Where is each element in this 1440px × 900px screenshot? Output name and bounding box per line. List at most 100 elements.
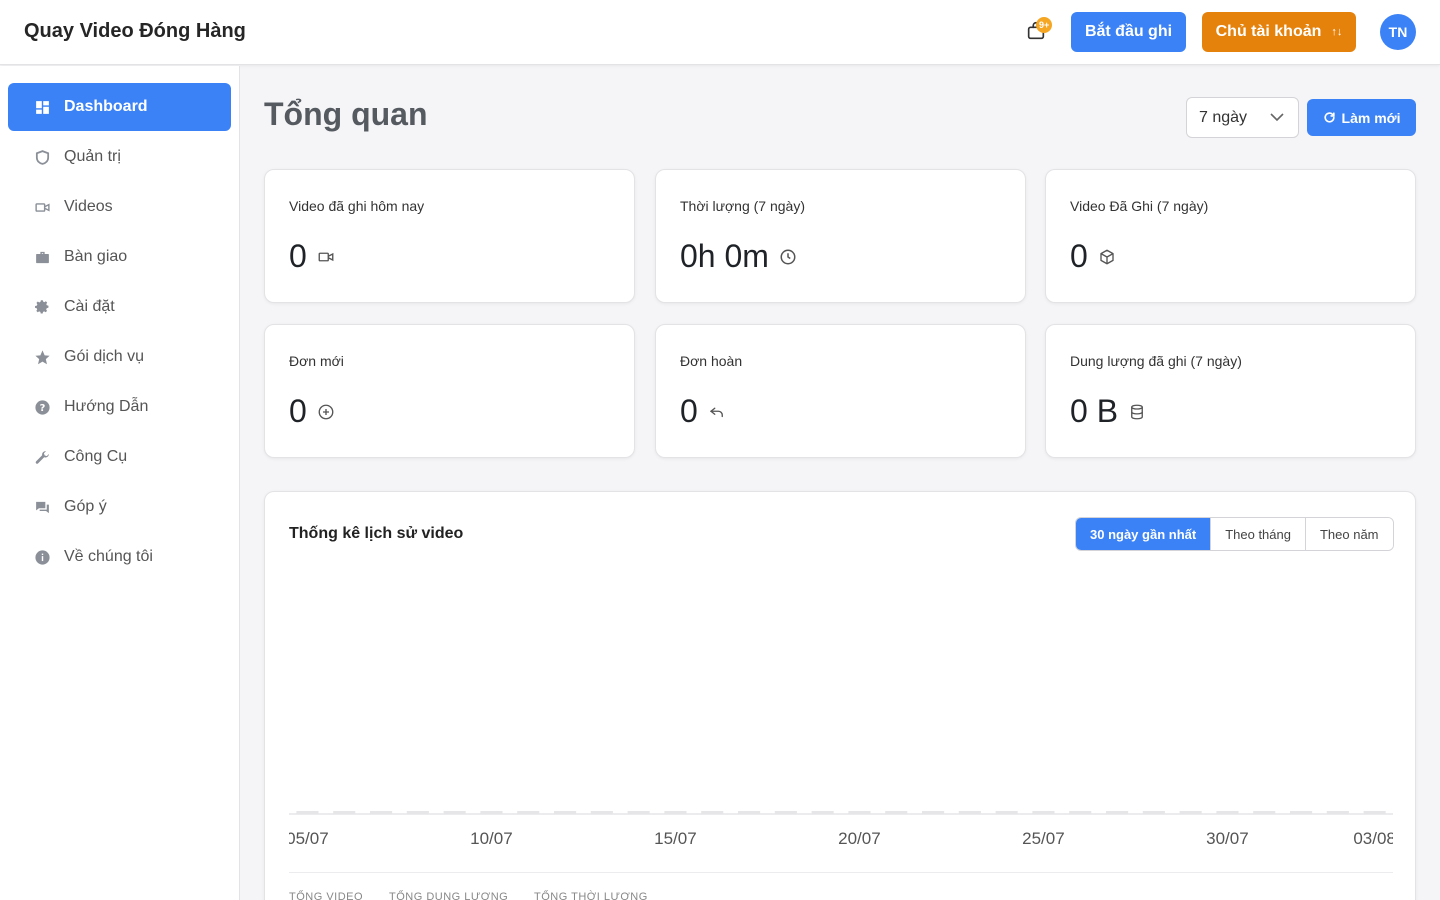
video-history-panel: Thống kê lịch sử video 30 ngày gần nhất … bbox=[264, 491, 1416, 900]
refresh-button[interactable]: Làm mới bbox=[1307, 99, 1416, 136]
summary-row: TỔNG VIDEO TỔNG DUNG LƯỢNG TỔNG THỜI LƯỢ… bbox=[289, 872, 1393, 900]
sidebar-item-dashboard[interactable]: Dashboard bbox=[8, 83, 231, 131]
help-icon: ? bbox=[33, 398, 51, 416]
video-history-chart: 05/07 10/07 15/07 20/07 25/07 30/07 03/08 bbox=[289, 811, 1393, 848]
sidebar-item-label: Hướng Dẫn bbox=[64, 398, 149, 415]
x-tick-label: 10/07 bbox=[470, 829, 513, 848]
chart-bar bbox=[370, 811, 393, 814]
chart-bar bbox=[1363, 811, 1386, 814]
sidebar-item-plans[interactable]: Gói dịch vụ bbox=[8, 333, 231, 381]
chart-bar bbox=[995, 811, 1018, 814]
page-title: Tổng quan bbox=[264, 96, 428, 132]
stat-card-returned-orders: Đơn hoàn 0 bbox=[655, 324, 1026, 458]
chart-bar bbox=[1290, 811, 1313, 814]
sidebar-item-guide[interactable]: ? Hướng Dẫn bbox=[8, 383, 231, 431]
stat-card-new-orders: Đơn mới 0 bbox=[264, 324, 635, 458]
refresh-label: Làm mới bbox=[1341, 109, 1401, 126]
plus-circle-icon bbox=[318, 404, 334, 419]
stat-card-videos-week: Video Đã Ghi (7 ngày) 0 bbox=[1045, 169, 1416, 303]
user-avatar[interactable]: TN bbox=[1380, 14, 1416, 50]
summary-total-storage: TỔNG DUNG LƯỢNG bbox=[389, 891, 509, 900]
chart-bar bbox=[958, 811, 981, 814]
sidebar-item-handover[interactable]: Bàn giao bbox=[8, 233, 231, 281]
panel-title: Thống kê lịch sử video bbox=[289, 525, 464, 542]
summary-total-videos: TỔNG VIDEO bbox=[289, 891, 364, 900]
sidebar-item-label: Về chúng tôi bbox=[64, 548, 153, 565]
chart-bar bbox=[1253, 811, 1276, 814]
chart-bar bbox=[1179, 811, 1202, 814]
card-value: 0 bbox=[1070, 238, 1088, 274]
sidebar: Dashboard Quản trị Videos Bàn giao Cài đ… bbox=[0, 66, 240, 900]
tab-last-30-days[interactable]: 30 ngày gần nhất bbox=[1076, 518, 1211, 550]
chart-bar bbox=[1106, 811, 1129, 814]
sidebar-item-label: Cài đặt bbox=[64, 298, 115, 315]
card-label: Video Đã Ghi (7 ngày) bbox=[1070, 198, 1209, 214]
card-label: Dung lượng đã ghi (7 ngày) bbox=[1070, 353, 1242, 369]
chevron-down-icon bbox=[1270, 113, 1284, 122]
sidebar-item-label: Công Cụ bbox=[64, 448, 128, 465]
x-tick-label: 20/07 bbox=[838, 829, 881, 848]
card-value-wrap: 0 bbox=[680, 393, 726, 430]
feedback-icon bbox=[33, 498, 51, 516]
swap-icon: ↑↓ bbox=[1331, 26, 1343, 38]
chart-bar bbox=[922, 811, 945, 814]
stat-card-duration: Thời lượng (7 ngày) 0h 0m bbox=[655, 169, 1026, 303]
sidebar-item-label: Dashboard bbox=[64, 98, 148, 115]
date-range-value: 7 ngày bbox=[1199, 108, 1248, 126]
card-label: Đơn hoàn bbox=[680, 353, 743, 369]
tab-by-year[interactable]: Theo năm bbox=[1304, 518, 1393, 550]
card-value: 0 bbox=[289, 238, 307, 274]
gear-icon bbox=[33, 298, 51, 316]
chart-bar bbox=[1216, 811, 1239, 814]
start-record-button[interactable]: Bắt đầu ghi bbox=[1071, 12, 1186, 52]
notification-badge: 9+ bbox=[1036, 17, 1053, 33]
card-value-wrap: 0 B bbox=[1070, 393, 1146, 430]
sidebar-item-feedback[interactable]: Góp ý bbox=[8, 483, 231, 531]
chart-bar bbox=[627, 811, 650, 814]
chart-bar bbox=[296, 811, 319, 814]
tab-by-month[interactable]: Theo tháng bbox=[1210, 518, 1305, 550]
x-tick-label: 05/07 bbox=[289, 829, 329, 848]
chart-bar bbox=[738, 811, 761, 814]
star-icon bbox=[33, 348, 51, 366]
wrench-icon bbox=[33, 448, 51, 466]
card-value: 0h 0m bbox=[680, 238, 769, 274]
clock-icon bbox=[780, 249, 796, 264]
x-tick-label: 25/07 bbox=[1022, 829, 1065, 848]
account-owner-button[interactable]: Chủ tài khoản ↑↓ bbox=[1202, 12, 1356, 52]
app-title: Quay Video Đóng Hàng bbox=[24, 20, 246, 42]
sidebar-item-videos[interactable]: Videos bbox=[8, 183, 231, 231]
sidebar-item-admin[interactable]: Quản trị bbox=[8, 133, 231, 181]
return-arrow-icon bbox=[709, 407, 723, 417]
card-label: Thời lượng (7 ngày) bbox=[680, 198, 806, 214]
shield-icon bbox=[33, 148, 51, 166]
card-value: 0 bbox=[289, 393, 307, 429]
top-header: Quay Video Đóng Hàng 9+ Bắt đầu ghi Chủ … bbox=[0, 0, 1440, 65]
chart-bar bbox=[517, 811, 540, 814]
chart-bar bbox=[590, 811, 613, 814]
chart-bar bbox=[1142, 811, 1165, 814]
sidebar-item-about[interactable]: Về chúng tôi bbox=[8, 533, 231, 581]
chart-bar bbox=[1032, 811, 1055, 814]
summary-total-duration: TỔNG THỜI LƯỢNG bbox=[534, 891, 648, 900]
stat-card-storage: Dung lượng đã ghi (7 ngày) 0 B bbox=[1045, 324, 1416, 458]
card-value: 0 bbox=[680, 393, 698, 429]
sidebar-item-label: Bàn giao bbox=[64, 248, 128, 265]
x-tick-label: 30/07 bbox=[1206, 829, 1249, 848]
sidebar-item-tools[interactable]: Công Cụ bbox=[8, 433, 231, 481]
card-value-wrap: 0h 0m bbox=[680, 238, 797, 275]
period-tabs: 30 ngày gần nhất Theo tháng Theo năm bbox=[1075, 517, 1394, 551]
video-icon bbox=[33, 198, 51, 216]
date-range-select[interactable]: 7 ngày bbox=[1186, 97, 1299, 138]
box-icon bbox=[1100, 249, 1114, 264]
svg-text:?: ? bbox=[39, 403, 45, 414]
chart-bar bbox=[443, 811, 466, 814]
chart-bar bbox=[406, 811, 429, 814]
sidebar-item-settings[interactable]: Cài đặt bbox=[8, 283, 231, 331]
chart-bar bbox=[1069, 811, 1092, 814]
chart-bar bbox=[848, 811, 871, 814]
dashboard-icon bbox=[33, 98, 51, 116]
card-label: Video đã ghi hôm nay bbox=[289, 198, 425, 214]
chart-bar bbox=[701, 811, 724, 814]
refresh-icon bbox=[1323, 112, 1335, 123]
